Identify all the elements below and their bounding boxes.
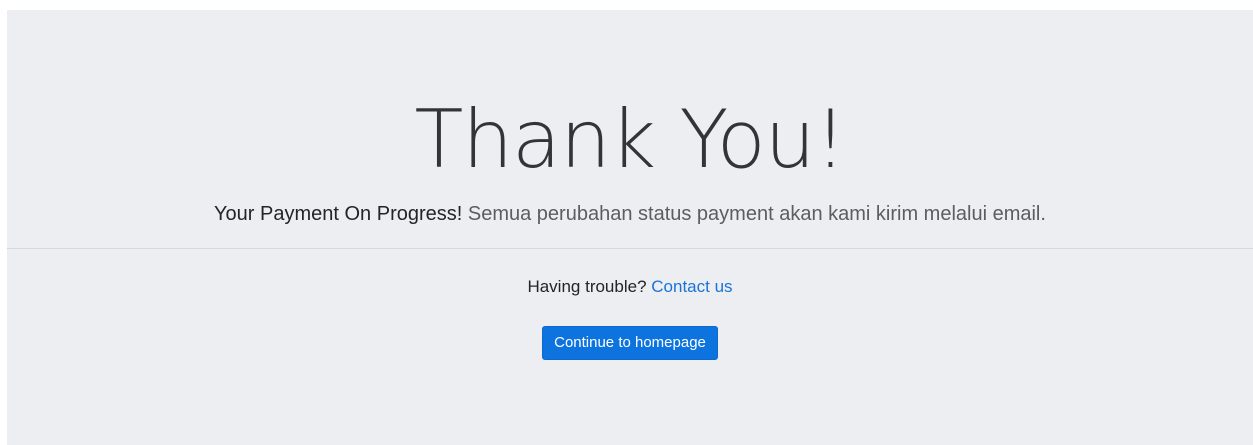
page-title: Thank You! bbox=[414, 93, 846, 186]
trouble-label: Having trouble? bbox=[527, 277, 652, 296]
button-container: Continue to homepage bbox=[7, 326, 1253, 360]
payment-status-text: Semua perubahan status payment akan kami… bbox=[462, 203, 1046, 225]
payment-status-message: Your Payment On Progress! Semua perubaha… bbox=[7, 199, 1253, 229]
help-text: Having trouble? Contact us bbox=[7, 275, 1253, 299]
divider bbox=[7, 248, 1253, 249]
continue-to-homepage-button[interactable]: Continue to homepage bbox=[542, 326, 718, 360]
contact-us-link[interactable]: Contact us bbox=[651, 277, 732, 296]
payment-status-strong: Your Payment On Progress! bbox=[214, 203, 463, 225]
thank-you-panel: Thank You! Your Payment On Progress! Sem… bbox=[7, 10, 1253, 445]
